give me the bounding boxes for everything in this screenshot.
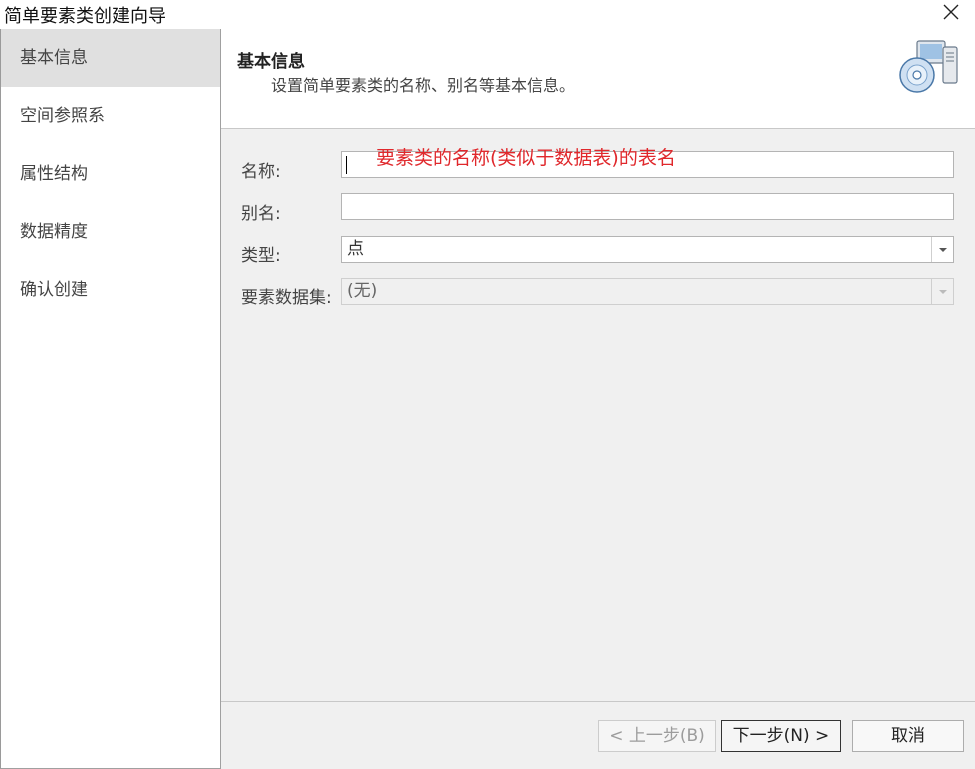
- chevron-down-icon: [939, 248, 947, 252]
- sidebar-item-basic-info[interactable]: 基本信息: [1, 29, 220, 87]
- next-button[interactable]: 下一步(N) >: [721, 720, 841, 752]
- type-label: 类型:: [241, 246, 281, 266]
- dataset-select-value: (无): [347, 281, 378, 301]
- dataset-label: 要素数据集:: [241, 288, 332, 308]
- sidebar-item-confirm-create[interactable]: 确认创建: [1, 261, 220, 319]
- text-caret: [346, 156, 347, 174]
- prev-button[interactable]: < 上一步(B): [598, 720, 716, 752]
- form-panel: 名称: 要素类的名称(类似于数据表)的表名 别名: 类型: 点 要素数据集: (…: [221, 129, 975, 701]
- step-header: 基本信息 设置简单要素类的名称、别名等基本信息。: [221, 29, 975, 129]
- wizard-footer: < 上一步(B) 下一步(N) > 取消: [221, 701, 975, 769]
- window-title: 简单要素类创建向导: [4, 6, 166, 27]
- chevron-down-icon: [939, 290, 947, 294]
- sidebar-item-data-precision[interactable]: 数据精度: [1, 203, 220, 261]
- title-bar: 简单要素类创建向导: [0, 0, 975, 28]
- name-label: 名称:: [241, 162, 281, 182]
- database-server-icon: [897, 37, 961, 97]
- dataset-select: (无): [341, 278, 954, 305]
- type-dropdown-button[interactable]: [931, 237, 953, 262]
- sidebar-item-spatial-reference[interactable]: 空间参照系: [1, 87, 220, 145]
- annotation-note: 要素类的名称(类似于数据表)的表名: [376, 147, 676, 169]
- wizard-step-sidebar: 基本信息 空间参照系 属性结构 数据精度 确认创建: [0, 29, 221, 769]
- close-icon[interactable]: [939, 2, 963, 24]
- cancel-button[interactable]: 取消: [852, 720, 964, 752]
- sidebar-item-attribute-structure[interactable]: 属性结构: [1, 145, 220, 203]
- type-select[interactable]: 点: [341, 236, 954, 263]
- type-select-value: 点: [347, 239, 364, 259]
- alias-label: 别名:: [241, 204, 281, 224]
- step-description: 设置简单要素类的名称、别名等基本信息。: [271, 76, 576, 95]
- step-title: 基本信息: [237, 52, 305, 72]
- alias-input[interactable]: [341, 193, 954, 220]
- dataset-dropdown-button: [931, 279, 953, 304]
